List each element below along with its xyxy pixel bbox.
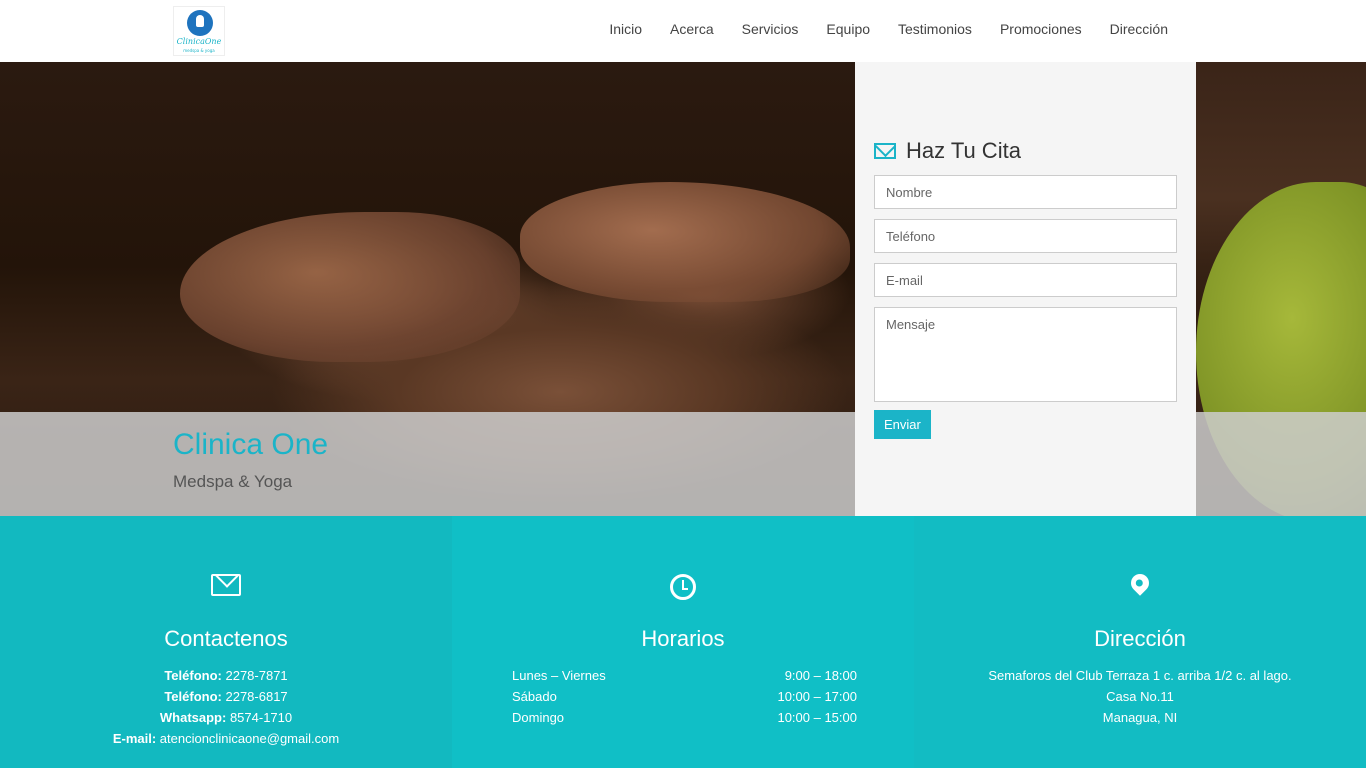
hero-title: Clinica One — [173, 428, 329, 461]
nav-equipo[interactable]: Equipo — [812, 21, 884, 37]
hours-column: Horarios Lunes – Viernes 9:00 – 18:00 Sáb… — [452, 516, 914, 768]
address-line: Casa No.11 — [1106, 689, 1174, 704]
nav-acerca[interactable]: Acerca — [656, 21, 728, 37]
map-pin-icon — [1127, 570, 1153, 596]
envelope-icon — [874, 143, 896, 159]
contact-value: 8574-1710 — [229, 710, 293, 725]
contact-label: Teléfono: — [164, 668, 222, 683]
logo-subtext: medspa & yoga — [183, 48, 215, 53]
contact-line: Teléfono: 2278-6817 — [0, 686, 452, 707]
info-band: Contactenos Teléfono: 2278-7871 Teléfono… — [0, 516, 1366, 768]
appointment-form-panel: Haz Tu Cita Enviar — [855, 62, 1196, 516]
clinica-one-logo[interactable]: ClinicaOne medspa & yoga — [173, 6, 225, 56]
logo-figure-icon — [196, 15, 204, 27]
email-input[interactable] — [874, 263, 1177, 297]
contact-label: Teléfono: — [164, 689, 222, 704]
contact-value: 2278-6817 — [225, 689, 288, 704]
site-header: ClinicaOne medspa & yoga Inicio Acerca S… — [0, 0, 1366, 62]
hero-subtitle: Medspa & Yoga — [173, 472, 293, 491]
phone-input[interactable] — [874, 219, 1177, 253]
main-nav: Inicio Acerca Servicios Equipo Testimoni… — [595, 0, 1182, 58]
address-heading: Dirección — [1094, 626, 1186, 651]
name-input[interactable] — [874, 175, 1177, 209]
contact-heading: Contactenos — [164, 626, 288, 651]
nav-direccion[interactable]: Dirección — [1096, 21, 1182, 37]
contact-column: Contactenos Teléfono: 2278-7871 Teléfono… — [0, 516, 452, 768]
address-column: Dirección Semaforos del Club Terraza 1 c… — [914, 516, 1366, 768]
address-lines: Semaforos del Club Terraza 1 c. arriba 1… — [914, 665, 1366, 728]
clock-icon — [670, 574, 696, 600]
hours-day: Sábado — [512, 689, 557, 704]
hours-row: Domingo 10:00 – 15:00 — [512, 707, 857, 728]
contact-line: Teléfono: 2278-7871 — [0, 665, 452, 686]
address-line: Semaforos del Club Terraza 1 c. arriba 1… — [988, 668, 1292, 683]
contact-details: Teléfono: 2278-7871 Teléfono: 2278-6817 … — [0, 665, 452, 749]
address-line: Managua, NI — [1102, 710, 1178, 725]
hours-day: Lunes – Viernes — [512, 668, 606, 683]
nav-servicios[interactable]: Servicios — [728, 21, 813, 37]
hours-time: 9:00 – 18:00 — [784, 668, 857, 683]
hours-day: Domingo — [512, 710, 565, 725]
hours-table: Lunes – Viernes 9:00 – 18:00 Sábado 10:00 … — [512, 665, 857, 728]
hours-row: Lunes – Viernes 9:00 – 18:00 — [512, 665, 857, 686]
hours-heading: Horarios — [641, 626, 725, 651]
contact-line: E-mail: atencionclinicaone@gmail.com — [0, 728, 452, 749]
mail-icon — [211, 574, 241, 596]
nav-testimonios[interactable]: Testimonios — [884, 21, 986, 37]
appointment-form-title: Haz Tu Cita — [874, 138, 1021, 164]
hours-time: 10:00 – 17:00 — [777, 689, 857, 704]
submit-button[interactable]: Enviar — [874, 410, 931, 439]
nav-inicio[interactable]: Inicio — [595, 21, 656, 37]
contact-line: Whatsapp: 8574-1710 — [0, 707, 452, 728]
contact-email-link[interactable]: atencionclinicaone@gmail.com — [160, 731, 339, 746]
contact-label: Whatsapp: — [159, 710, 227, 725]
contact-value: 2278-7871 — [225, 668, 288, 683]
hours-row: Sábado 10:00 – 17:00 — [512, 686, 857, 707]
hours-time: 10:00 – 15:00 — [777, 710, 857, 725]
message-textarea[interactable] — [874, 307, 1177, 402]
nav-promociones[interactable]: Promociones — [986, 21, 1096, 37]
logo-text: ClinicaOne — [176, 37, 222, 46]
form-title-text: Haz Tu Cita — [906, 138, 1021, 163]
contact-label: E-mail: — [112, 731, 157, 746]
